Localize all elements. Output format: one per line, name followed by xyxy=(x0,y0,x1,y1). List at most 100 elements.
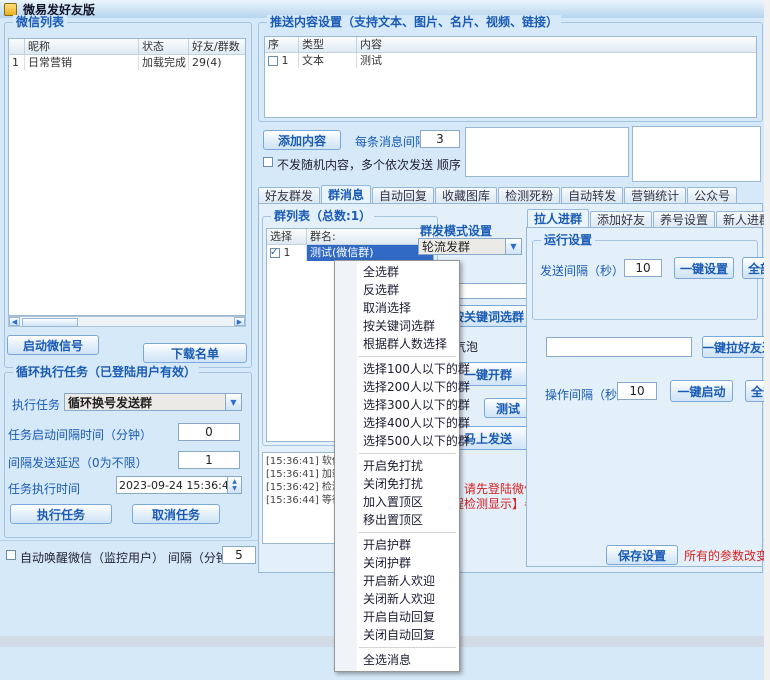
send-interval-input[interactable]: 10 xyxy=(624,259,662,277)
menu-item-20[interactable]: 关闭新人欢迎 xyxy=(335,590,459,608)
main-tab-1[interactable]: 群消息 xyxy=(321,185,371,204)
main-tab-strip: 好友群发群消息自动回复收藏图库检测死粉自动转发营销统计公众号 xyxy=(258,186,738,204)
one-key-start-button[interactable]: 一键启动 xyxy=(670,380,733,402)
start-all-button[interactable]: 全部应用 xyxy=(745,380,764,402)
op-interval-input[interactable]: 10 xyxy=(617,382,657,400)
menu-item-13[interactable]: 关闭免打扰 xyxy=(335,475,459,493)
account-table[interactable]: 昵称 状态 好友/群数 1 日常营销 加载完成 29(4) xyxy=(8,38,246,316)
no-random-label: 不发随机内容，多个依次发送 顺序 xyxy=(277,156,461,173)
main-tab-4[interactable]: 检测死粉 xyxy=(498,187,560,204)
push-table[interactable]: 序 类型 内容 1 文本 测试 xyxy=(264,36,757,118)
menu-item-8[interactable]: 选择300人以下的群 xyxy=(335,396,459,414)
context-menu: 全选群反选群取消选择按关键词选群根据群人数选择选择100人以下的群选择200人以… xyxy=(334,260,460,672)
apply-button[interactable]: 一键设置 xyxy=(674,257,734,279)
menu-item-19[interactable]: 开启新人欢迎 xyxy=(335,572,459,590)
window-edge xyxy=(764,0,770,647)
push-col-type: 类型 xyxy=(299,37,357,52)
menu-item-17[interactable]: 开启护群 xyxy=(335,536,459,554)
send-mode-combobox[interactable]: 轮流发群 ▼ xyxy=(418,238,522,255)
menu-item-22[interactable]: 关闭自动回复 xyxy=(335,626,459,644)
chevron-down-icon[interactable]: ▼ xyxy=(505,239,521,254)
pull-friend-input[interactable] xyxy=(546,337,692,357)
add-content-button[interactable]: 添加内容 xyxy=(263,130,341,150)
group-row-check[interactable]: 1 xyxy=(267,245,307,261)
group-row[interactable]: 1 测试(微信群) xyxy=(267,245,433,261)
menu-item-21[interactable]: 开启自动回复 xyxy=(335,608,459,626)
right-tab-3[interactable]: 新人进群 xyxy=(716,211,764,228)
wake-label: 自动唤醒微信（监控用户） 间隔（分钟） xyxy=(20,549,240,566)
push-row[interactable]: 1 文本 测试 xyxy=(265,53,756,68)
menu-item-10[interactable]: 选择500人以下的群 xyxy=(335,432,459,450)
menu-item-18[interactable]: 关闭护群 xyxy=(335,554,459,572)
wake-interval-input[interactable]: 5 xyxy=(222,546,256,564)
task-time-picker[interactable]: 2023-09-24 15:36:41 ▲▼ xyxy=(116,476,242,494)
menu-item-2[interactable]: 取消选择 xyxy=(335,299,459,317)
main-tab-3[interactable]: 收藏图库 xyxy=(435,187,497,204)
menu-separator xyxy=(359,356,456,357)
account-row[interactable]: 1 日常营销 加载完成 29(4) xyxy=(9,55,245,70)
save-settings-button[interactable]: 保存设置 xyxy=(606,545,678,565)
test-button[interactable]: 测试 xyxy=(484,398,532,418)
account-row-num: 1 xyxy=(9,55,25,70)
right-tab-2[interactable]: 养号设置 xyxy=(653,211,715,228)
push-row-num: 1 xyxy=(282,54,289,67)
menu-item-7[interactable]: 选择200人以下的群 xyxy=(335,378,459,396)
push-row-content: 测试 xyxy=(357,53,756,68)
main-tab-5[interactable]: 自动转发 xyxy=(561,187,623,204)
no-random-checkbox[interactable] xyxy=(263,157,273,167)
scroll-left-icon[interactable]: ◀ xyxy=(9,317,20,326)
account-hscrollbar[interactable]: ◀ ▶ xyxy=(8,316,246,327)
task-time-value: 2023-09-24 15:36:41 xyxy=(117,479,227,492)
start-account-button[interactable]: 启动微信号 xyxy=(7,335,99,355)
group-row-checkbox[interactable] xyxy=(270,248,280,258)
app-icon xyxy=(4,3,17,16)
task-interval-label: 任务启动间隔时间（分钟） xyxy=(8,426,152,443)
chevron-down-icon[interactable]: ▼ xyxy=(225,394,241,410)
push-interval-input[interactable]: 3 xyxy=(420,130,460,148)
push-table-header: 序 类型 内容 xyxy=(265,37,756,53)
task-time-label: 任务执行时间 xyxy=(8,480,80,497)
menu-item-24[interactable]: 全选消息 xyxy=(335,651,459,669)
menu-item-6[interactable]: 选择100人以下的群 xyxy=(335,360,459,378)
app-window: 微易发好友版 微信列表 昵称 状态 好友/群数 1 日常营销 加载完成 29(4… xyxy=(0,0,764,680)
exec-task-value: 循环换号发送群 xyxy=(65,394,225,411)
group-row-name: 测试(微信群) xyxy=(307,245,433,261)
menu-separator xyxy=(359,532,456,533)
main-tab-2[interactable]: 自动回复 xyxy=(372,187,434,204)
push-row-check[interactable]: 1 xyxy=(265,53,299,68)
spinner-icon[interactable]: ▲▼ xyxy=(227,477,241,493)
menu-item-12[interactable]: 开启免打扰 xyxy=(335,457,459,475)
main-tab-7[interactable]: 公众号 xyxy=(687,187,737,204)
scroll-right-icon[interactable]: ▶ xyxy=(234,317,245,326)
task-delay-input[interactable]: 1 xyxy=(178,451,240,469)
menu-item-1[interactable]: 反选群 xyxy=(335,281,459,299)
account-row-status: 加载完成 xyxy=(139,55,189,70)
apply-all-button[interactable]: 全部应用 xyxy=(742,257,764,279)
run-task-button[interactable]: 执行任务 xyxy=(10,504,112,524)
exec-task-combobox[interactable]: 循环换号发送群 ▼ xyxy=(64,393,242,411)
pull-friend-button[interactable]: 一键拉好友进群 xyxy=(702,336,764,358)
menu-item-14[interactable]: 加入置顶区 xyxy=(335,493,459,511)
save-warning-text: 所有的参数改变要保存否则不生效 xyxy=(684,549,764,564)
right-tab-1[interactable]: 添加好友 xyxy=(590,211,652,228)
menu-item-4[interactable]: 根据群人数选择 xyxy=(335,335,459,353)
menu-item-15[interactable]: 移出置顶区 xyxy=(335,511,459,529)
menu-item-9[interactable]: 选择400人以下的群 xyxy=(335,414,459,432)
download-list-button[interactable]: 下载名单 xyxy=(143,343,247,363)
account-col-blank xyxy=(9,39,25,54)
cancel-task-button[interactable]: 取消任务 xyxy=(132,504,220,524)
main-tab-0[interactable]: 好友群发 xyxy=(258,187,320,204)
menu-item-0[interactable]: 全选群 xyxy=(335,263,459,281)
run-settings-title: 运行设置 xyxy=(541,233,595,247)
right-tab-0[interactable]: 拉人进群 xyxy=(527,209,589,228)
group-row-num: 1 xyxy=(284,246,291,259)
scroll-thumb[interactable] xyxy=(22,318,78,327)
push-row-checkbox[interactable] xyxy=(268,56,278,66)
task-group-title: 循环执行任务（已登陆用户有效） xyxy=(13,365,199,379)
main-tab-6[interactable]: 营销统计 xyxy=(624,187,686,204)
preview-box-2 xyxy=(632,126,761,182)
task-interval-input[interactable]: 0 xyxy=(178,423,240,441)
wake-checkbox[interactable] xyxy=(6,550,16,560)
account-col-status: 状态 xyxy=(139,39,189,54)
menu-item-3[interactable]: 按关键词选群 xyxy=(335,317,459,335)
